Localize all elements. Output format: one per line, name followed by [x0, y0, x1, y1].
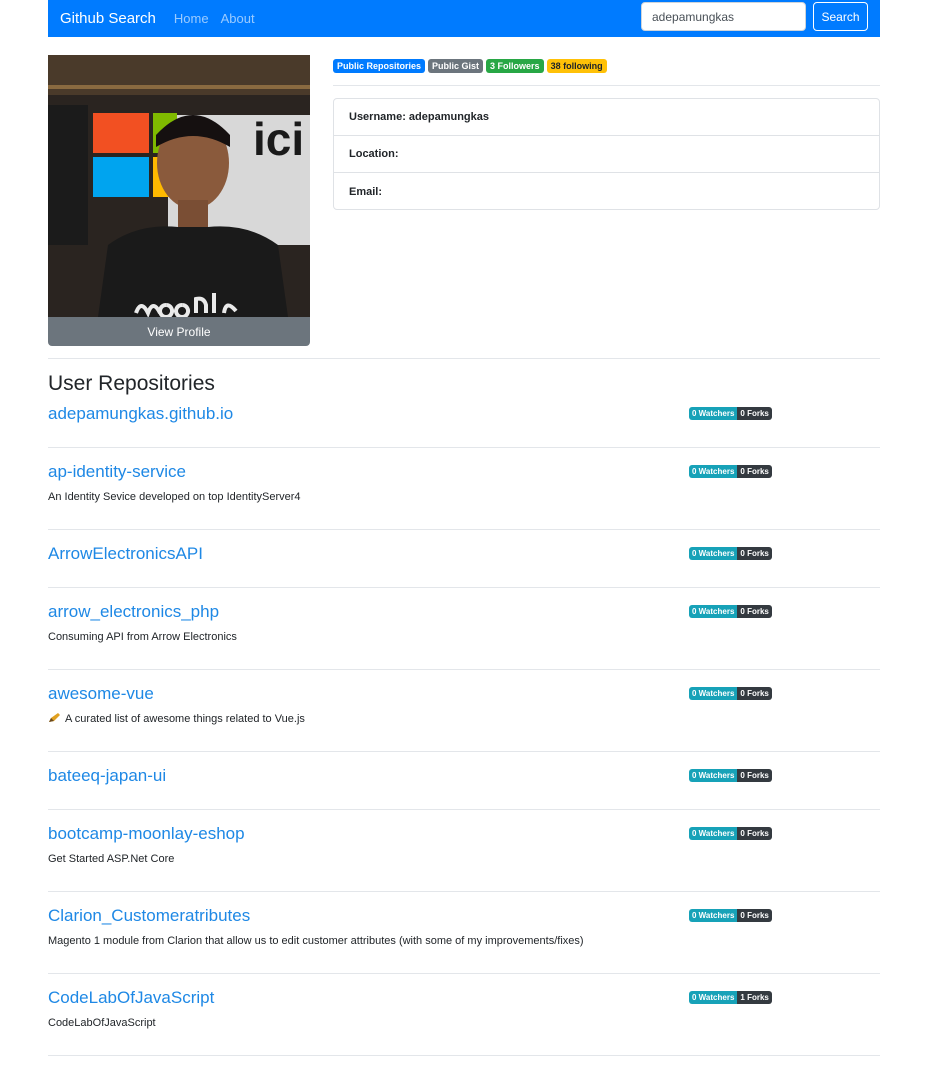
- watchers-badge: 0 Watchers: [689, 769, 738, 782]
- repo-badges: 0 Watchers 0 Forks: [689, 547, 772, 560]
- username-item: Username: adepamungkas: [334, 99, 879, 136]
- profile-card: ici View Profile: [48, 55, 310, 346]
- forks-badge: 0 Forks: [737, 547, 772, 560]
- forks-badge: 0 Forks: [737, 605, 772, 618]
- watchers-badge: 0 Watchers: [689, 827, 738, 840]
- repo-description: A curated list of awesome things related…: [65, 713, 305, 725]
- watchers-badge: 0 Watchers: [689, 407, 738, 420]
- forks-badge: 0 Forks: [737, 407, 772, 420]
- repo-link[interactable]: Clarion_Customeratributes: [48, 905, 250, 927]
- public-gist-badge: Public Gist: [428, 59, 484, 73]
- repo-description-row: A curated list of awesome things related…: [48, 712, 305, 726]
- repo-badges: 0 Watchers 1 Forks: [689, 991, 772, 1004]
- public-repos-badge: Public Repositories: [333, 59, 426, 73]
- repo-description: An Identity Sevice developed on top Iden…: [48, 491, 301, 503]
- location-item: Location:: [334, 136, 879, 173]
- nav-link-home[interactable]: Home: [174, 11, 209, 26]
- watchers-badge: 0 Watchers: [689, 547, 738, 560]
- followers-badge: 3 Followers: [486, 59, 544, 73]
- repo-item: arrow_electronics_php 0 Watchers 0 Forks…: [48, 601, 880, 670]
- watchers-badge: 0 Watchers: [689, 687, 738, 700]
- repo-badges: 0 Watchers 0 Forks: [689, 769, 772, 782]
- search-form: Search: [641, 2, 868, 31]
- repo-link[interactable]: adepamungkas.github.io: [48, 403, 233, 425]
- repo-item: bootcamp-moonlay-eshop 0 Watchers 0 Fork…: [48, 823, 880, 892]
- forks-badge: 0 Forks: [737, 827, 772, 840]
- repo-badges: 0 Watchers 0 Forks: [689, 687, 772, 700]
- repo-description: CodeLabOfJavaScript: [48, 1017, 156, 1029]
- nav-link-about[interactable]: About: [221, 11, 255, 26]
- section-title: User Repositories: [48, 372, 215, 395]
- divider: [48, 358, 880, 359]
- pen-emoji-icon: [49, 713, 60, 722]
- repo-description: Consuming API from Arrow Electronics: [48, 631, 237, 643]
- repo-badges: 0 Watchers 0 Forks: [689, 407, 772, 420]
- divider: [333, 85, 880, 86]
- repo-item: adepamungkas.github.io 0 Watchers 0 Fork…: [48, 403, 880, 448]
- repo-description: Get Started ASP.Net Core: [48, 853, 175, 865]
- forks-badge: 1 Forks: [737, 991, 772, 1004]
- forks-badge: 0 Forks: [737, 769, 772, 782]
- view-profile-button[interactable]: View Profile: [48, 317, 310, 346]
- svg-text:ici: ici: [253, 113, 304, 165]
- repo-item: awesome-vue 0 Watchers 0 Forks A curated…: [48, 683, 880, 752]
- repo-item: ArrowElectronicsAPI 0 Watchers 0 Forks: [48, 543, 880, 588]
- forks-badge: 0 Forks: [737, 465, 772, 478]
- repo-link[interactable]: bateeq-japan-ui: [48, 765, 166, 787]
- repo-description: Magento 1 module from Clarion that allow…: [48, 935, 584, 947]
- repo-badges: 0 Watchers 0 Forks: [689, 465, 772, 478]
- watchers-badge: 0 Watchers: [689, 465, 738, 478]
- avatar: ici: [48, 55, 310, 317]
- forks-badge: 0 Forks: [737, 687, 772, 700]
- repo-badges: 0 Watchers 0 Forks: [689, 605, 772, 618]
- repo-link[interactable]: arrow_electronics_php: [48, 601, 219, 623]
- repo-item: bateeq-japan-ui 0 Watchers 0 Forks: [48, 765, 880, 810]
- watchers-badge: 0 Watchers: [689, 991, 738, 1004]
- repo-link[interactable]: ArrowElectronicsAPI: [48, 543, 203, 565]
- repo-badges: 0 Watchers 0 Forks: [689, 827, 772, 840]
- repo-link[interactable]: awesome-vue: [48, 683, 154, 705]
- search-button[interactable]: Search: [813, 2, 868, 31]
- repo-link[interactable]: bootcamp-moonlay-eshop: [48, 823, 245, 845]
- watchers-badge: 0 Watchers: [689, 909, 738, 922]
- repo-badges: 0 Watchers 0 Forks: [689, 909, 772, 922]
- watchers-badge: 0 Watchers: [689, 605, 738, 618]
- repo-item: Clarion_Customeratributes 0 Watchers 0 F…: [48, 905, 880, 974]
- profile-badges: Public Repositories Public Gist 3 Follow…: [333, 59, 607, 73]
- repo-link[interactable]: CodeLabOfJavaScript: [48, 987, 214, 1009]
- following-badge: 38 following: [546, 59, 607, 73]
- user-info-list: Username: adepamungkas Location: Email:: [333, 98, 880, 210]
- repo-item: CodeLabOfJavaScript 0 Watchers 1 Forks C…: [48, 987, 880, 1056]
- forks-badge: 0 Forks: [737, 909, 772, 922]
- search-input[interactable]: [641, 2, 806, 31]
- email-item: Email:: [349, 185, 383, 198]
- repo-item: ap-identity-service 0 Watchers 0 Forks A…: [48, 461, 880, 530]
- repo-link[interactable]: ap-identity-service: [48, 461, 186, 483]
- navbar: Github Search Home About Search: [48, 0, 880, 37]
- navbar-brand[interactable]: Github Search: [60, 10, 156, 27]
